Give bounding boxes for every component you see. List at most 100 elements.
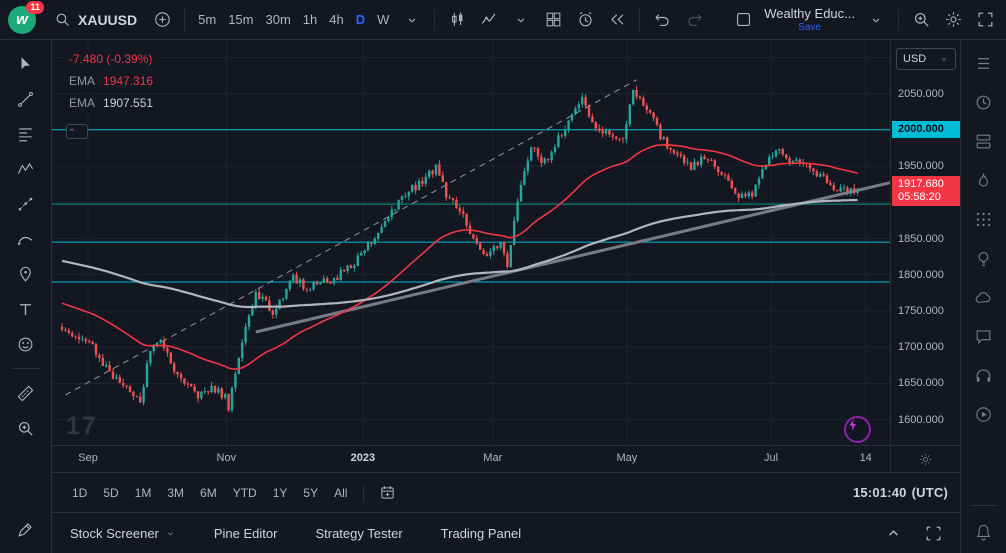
layout-grid-button[interactable] <box>538 5 568 35</box>
time-label-2023[interactable]: 2023 <box>351 452 375 464</box>
time-label-mar[interactable]: Mar <box>483 452 502 464</box>
fib-retracement-tool-button[interactable] <box>11 120 41 148</box>
price-change-text: -7.480 (-0.39%) <box>64 50 157 68</box>
save-button[interactable]: Save <box>798 22 821 33</box>
toolbar-separator <box>639 9 640 31</box>
calendar-button[interactable] <box>970 206 998 232</box>
brush-tool-button[interactable] <box>11 225 41 253</box>
time-axis[interactable]: Sep Nov 2023 Mar May Jul 14 <box>52 445 960 472</box>
panel-maximize-button[interactable] <box>920 520 946 546</box>
dots-grid-icon <box>974 210 993 229</box>
watchlist-button[interactable] <box>970 50 998 76</box>
alerts-button[interactable] <box>970 89 998 115</box>
tradingview-watermark[interactable]: 17 <box>66 412 98 441</box>
timeframe-1h[interactable]: 1h <box>297 5 323 35</box>
chart-plot[interactable]: -7.480 (-0.39%) EMA1947.316 EMA1907.551 … <box>52 40 890 445</box>
candlestick-chart[interactable] <box>52 40 890 445</box>
text-tool-button[interactable] <box>11 295 41 323</box>
panel-actions <box>880 520 946 546</box>
zoom-tool-button[interactable] <box>11 414 41 442</box>
layout-select-button[interactable] <box>728 5 758 35</box>
tab-pine-editor[interactable]: Pine Editor <box>214 526 278 541</box>
timeframe-menu-button[interactable] <box>397 5 427 35</box>
bulb-icon <box>974 249 993 268</box>
tab-trading-panel[interactable]: Trading Panel <box>441 526 521 541</box>
go-to-date-button[interactable] <box>372 478 402 508</box>
layout-name-block[interactable]: Wealthy Educ... Save <box>760 3 859 37</box>
tab-strategy-tester[interactable]: Strategy Tester <box>315 526 402 541</box>
legend-collapse-button[interactable] <box>66 124 88 139</box>
range-ytd[interactable]: YTD <box>225 482 265 504</box>
symbol-search-button[interactable]: XAUUSD <box>46 5 145 35</box>
undo-button[interactable] <box>647 5 677 35</box>
tutorials-button[interactable] <box>970 401 998 427</box>
bar-style-button[interactable] <box>442 5 472 35</box>
time-label-sep[interactable]: Sep <box>78 452 98 464</box>
pencil-ruler-icon <box>16 520 35 539</box>
price-label: 1650.000 <box>898 376 944 390</box>
range-buttons: 1D5D1M3M6MYTD1Y5YAll <box>64 482 355 504</box>
measure-tool-button[interactable] <box>11 379 41 407</box>
layout-title[interactable]: Wealthy Educ... <box>764 6 855 21</box>
emoji-tool-button[interactable] <box>11 330 41 358</box>
bar-replay-button[interactable] <box>602 5 632 35</box>
indicators-menu-button[interactable] <box>506 5 536 35</box>
timeframe-30m[interactable]: 30m <box>259 5 296 35</box>
account-logo[interactable]: w 11 <box>6 4 42 36</box>
cursor-tool-button[interactable] <box>11 50 41 78</box>
panel-expand-button[interactable] <box>880 520 906 546</box>
range-6m[interactable]: 6M <box>192 482 225 504</box>
chats-button[interactable] <box>970 284 998 310</box>
ema-slow-row[interactable]: EMA1907.551 <box>64 94 158 112</box>
timeframe-15m[interactable]: 15m <box>222 5 259 35</box>
clock[interactable]: 15:01:40 (UTC) <box>853 485 948 500</box>
tab-stock-screener[interactable]: Stock Screener <box>70 526 176 541</box>
forecast-tool-button[interactable] <box>11 190 41 218</box>
chevron-down-icon <box>405 13 419 27</box>
redo-button[interactable] <box>679 5 709 35</box>
range-5d[interactable]: 5D <box>95 482 126 504</box>
time-label-jul[interactable]: Jul <box>764 452 778 464</box>
support-button[interactable] <box>970 362 998 388</box>
object-tree-button[interactable] <box>970 128 998 154</box>
boost-button[interactable] <box>844 416 871 443</box>
time-label-nov[interactable]: Nov <box>217 452 237 464</box>
trend-line-tool-button[interactable] <box>11 85 41 113</box>
timeframe-5m[interactable]: 5m <box>192 5 222 35</box>
ideas-button[interactable] <box>970 245 998 271</box>
annotation-tool-button[interactable] <box>11 260 41 288</box>
candlestick-icon <box>448 10 467 29</box>
conversations-button[interactable] <box>970 323 998 349</box>
range-1d[interactable]: 1D <box>64 482 95 504</box>
tradingview-app: w 11 XAUUSD 5m15m30m1h4hDW Wealthy Educ.… <box>0 0 1006 553</box>
chart-legend: -7.480 (-0.39%) EMA1947.316 EMA1907.551 <box>64 50 158 116</box>
create-alert-button[interactable] <box>570 5 600 35</box>
currency-selector[interactable]: USD <box>896 48 956 70</box>
range-1m[interactable]: 1M <box>127 482 160 504</box>
price-label: 1800.000 <box>898 268 944 282</box>
notifications-button[interactable] <box>970 519 998 545</box>
range-5y[interactable]: 5Y <box>295 482 326 504</box>
toolbar-separator <box>363 484 364 502</box>
time-label-may[interactable]: May <box>616 452 637 464</box>
pattern-tool-button[interactable] <box>11 155 41 183</box>
hotlists-button[interactable] <box>970 167 998 193</box>
timeframe-4h[interactable]: 4h <box>323 5 349 35</box>
panel-tabs: Stock Screener Pine Editor Strategy Tester… <box>70 526 559 541</box>
drawings-panel-button[interactable] <box>11 515 41 543</box>
range-1y[interactable]: 1Y <box>265 482 296 504</box>
time-label-14[interactable]: 14 <box>860 452 872 464</box>
fullscreen-button[interactable] <box>970 5 1000 35</box>
range-all[interactable]: All <box>326 482 355 504</box>
time-axis-settings-button[interactable] <box>915 448 937 470</box>
indicators-button[interactable] <box>474 5 504 35</box>
chart-settings-button[interactable] <box>938 5 968 35</box>
layout-menu-button[interactable] <box>861 5 891 35</box>
price-axis[interactable]: USD 2000.000 1917.680 05:58:20 2050.0002… <box>890 40 960 445</box>
ema-fast-row[interactable]: EMA1947.316 <box>64 72 158 90</box>
timeframe-d[interactable]: D <box>350 5 371 35</box>
compare-symbol-button[interactable] <box>147 5 177 35</box>
timeframe-w[interactable]: W <box>371 5 395 35</box>
range-3m[interactable]: 3M <box>159 482 192 504</box>
quick-search-button[interactable] <box>906 5 936 35</box>
